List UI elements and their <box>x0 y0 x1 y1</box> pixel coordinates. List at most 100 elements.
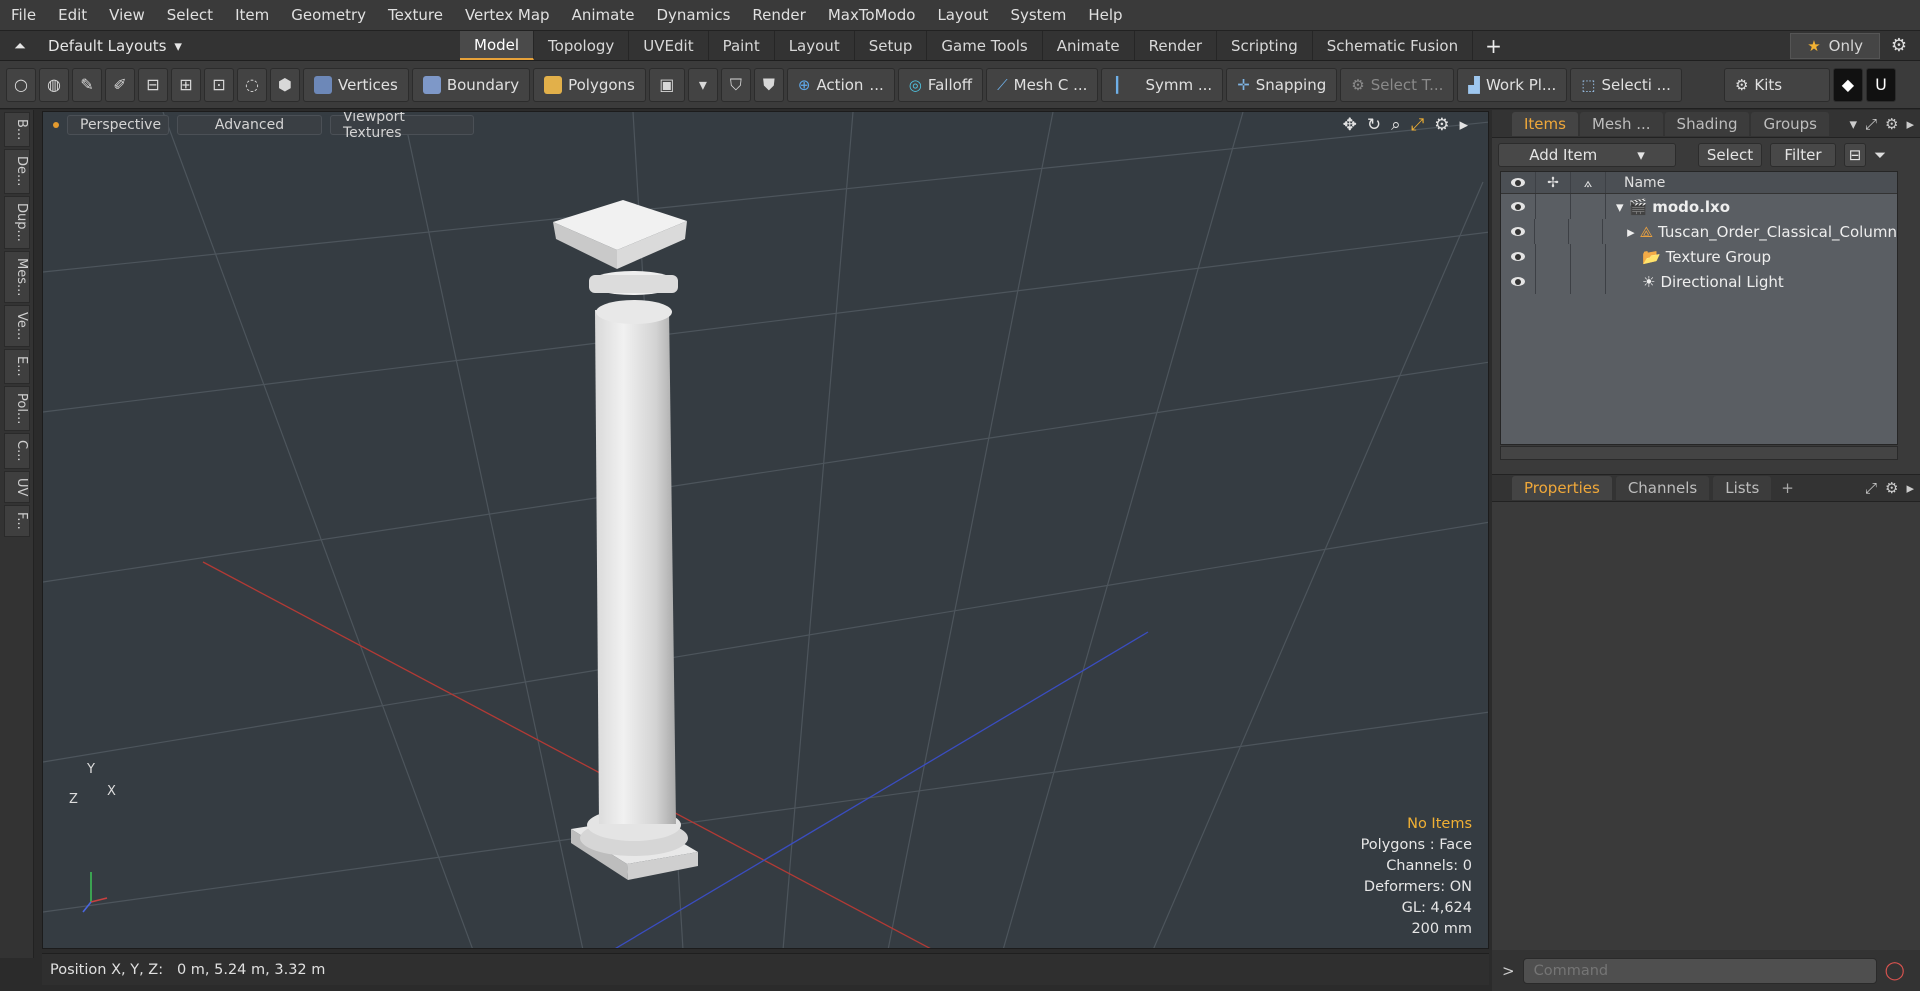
tree-row[interactable]: 📂 Texture Group <box>1501 244 1897 269</box>
left-tab-edge[interactable]: E... <box>4 349 30 384</box>
left-tab-uv[interactable]: UV <box>4 470 30 504</box>
shield-icon[interactable]: ⛉ <box>720 67 751 102</box>
perspective-tab[interactable]: Perspective <box>67 115 169 135</box>
menu-edit[interactable]: Edit <box>47 6 98 24</box>
select-through-button[interactable]: ⚙ Select T... <box>1340 67 1455 102</box>
collapse-list-icon[interactable]: ⊟ <box>1844 143 1866 167</box>
tab-properties[interactable]: Properties <box>1512 476 1612 500</box>
visibility-toggle[interactable] <box>1501 269 1536 294</box>
cube-icon[interactable]: ▣ <box>648 67 685 102</box>
menu-layout[interactable]: Layout <box>926 6 999 24</box>
visibility-column-icon[interactable] <box>1501 172 1536 193</box>
menu-vertex-map[interactable]: Vertex Map <box>454 6 561 24</box>
tab-groups[interactable]: Groups <box>1751 111 1829 136</box>
selection-sets-button[interactable]: ⬚ Selecti ... <box>1570 67 1682 102</box>
snapping-button[interactable]: ✛ Snapping <box>1226 67 1338 102</box>
add-tab-icon[interactable]: + <box>1473 34 1514 58</box>
shield-alt-icon[interactable]: ⛊ <box>753 67 784 102</box>
left-tab-vertex[interactable]: Ve... <box>4 305 30 348</box>
vertices-button[interactable]: Vertices <box>303 67 409 102</box>
tab-paint[interactable]: Paint <box>709 31 775 60</box>
chevron-down-icon[interactable]: ▾ <box>1849 115 1857 133</box>
lock-column-icon[interactable]: ✢ <box>1536 172 1571 193</box>
panel-gear-icon[interactable]: ⚙ <box>1885 479 1898 497</box>
bridge-icon[interactable]: ⊟ <box>138 67 168 102</box>
menu-item[interactable]: Item <box>224 6 280 24</box>
menu-dynamics[interactable]: Dynamics <box>645 6 741 24</box>
work-plane-button[interactable]: ▟ Work Pl... <box>1457 67 1568 102</box>
menu-render[interactable]: Render <box>741 6 816 24</box>
left-tab-deform[interactable]: De... <box>4 149 30 194</box>
tab-uvedit[interactable]: UVEdit <box>629 31 709 60</box>
viewport-gear-icon[interactable]: ⚙ <box>1434 115 1449 135</box>
rotate-icon[interactable]: ◌ <box>237 67 267 102</box>
tab-setup[interactable]: Setup <box>855 31 928 60</box>
tab-lists[interactable]: Lists <box>1713 476 1772 500</box>
tree-row[interactable]: ▸ ⟁ Tuscan_Order_Classical_Column <box>1501 219 1897 244</box>
tab-topology[interactable]: Topology <box>534 31 630 60</box>
frame-icon[interactable]: ⊡ <box>204 67 234 102</box>
circle-select-icon[interactable]: ○ <box>6 67 36 102</box>
action-center-button[interactable]: ⊕ Action ... <box>786 67 895 102</box>
polygons-button[interactable]: Polygons <box>533 67 646 102</box>
expand-arrow-icon[interactable]: ▾ <box>1616 198 1624 216</box>
expand-arrow-icon[interactable]: ▸ <box>1627 223 1635 241</box>
zoom-view-icon[interactable]: ⌕ <box>1391 115 1401 135</box>
left-tab-basic[interactable]: B... <box>4 112 30 148</box>
rotate-view-icon[interactable]: ↻ <box>1367 115 1381 135</box>
menu-file[interactable]: File <box>0 6 47 24</box>
visibility-toggle[interactable] <box>1501 244 1536 269</box>
item-mode-icon[interactable]: ⬢ <box>270 67 300 102</box>
falloff-button[interactable]: ◎ Falloff <box>897 67 984 102</box>
menu-view[interactable]: View <box>98 6 156 24</box>
menu-maxtomodo[interactable]: MaxToModo <box>817 6 927 24</box>
left-tab-curve[interactable]: C... <box>4 433 30 469</box>
symmetry-button[interactable]: ┃ Symm ... <box>1101 67 1224 102</box>
menu-animate[interactable]: Animate <box>561 6 646 24</box>
expand-icon[interactable]: ⤢ <box>1865 115 1877 133</box>
advanced-tab[interactable]: Advanced <box>177 115 322 135</box>
lasso-icon[interactable]: ✐ <box>105 67 135 102</box>
tree-row[interactable]: ▾ 🎬 modo.lxo <box>1501 194 1897 219</box>
add-item-button[interactable]: Add Item ▾ <box>1498 143 1676 167</box>
mesh-constraint-button[interactable]: ⟋ Mesh C ... <box>986 67 1099 102</box>
tab-game-tools[interactable]: Game Tools <box>927 31 1043 60</box>
default-layouts-dropdown[interactable]: ⏶ Default Layouts ▾ <box>0 37 460 55</box>
left-tab-fusion[interactable]: F... <box>4 505 30 537</box>
tree-row[interactable]: ☀ Directional Light <box>1501 269 1897 294</box>
tree-horizontal-scrollbar[interactable] <box>1500 446 1898 460</box>
unity-icon[interactable]: ◆ <box>1832 67 1863 102</box>
type-column-icon[interactable]: ⟑ <box>1571 172 1606 193</box>
tab-schematic-fusion[interactable]: Schematic Fusion <box>1313 31 1474 60</box>
tab-mesh-ops[interactable]: Mesh ... <box>1579 111 1663 136</box>
maximize-icon[interactable]: ⤢ <box>1411 115 1425 135</box>
left-tab-mesh-edit[interactable]: Mes... <box>4 250 30 304</box>
record-icon[interactable]: ◯ <box>1885 960 1905 981</box>
tab-shading[interactable]: Shading <box>1664 111 1750 136</box>
name-column-header[interactable]: Name <box>1606 175 1665 191</box>
menu-help[interactable]: Help <box>1077 6 1133 24</box>
grid-icon[interactable]: ⊞ <box>171 67 201 102</box>
menu-geometry[interactable]: Geometry <box>280 6 377 24</box>
move-view-icon[interactable]: ✥ <box>1343 115 1357 135</box>
left-tab-polygon[interactable]: Pol... <box>4 385 30 432</box>
tab-channels[interactable]: Channels <box>1615 476 1710 500</box>
add-tab-icon[interactable]: + <box>1775 479 1800 497</box>
tab-animate[interactable]: Animate <box>1043 31 1135 60</box>
panel-arrow-icon[interactable]: ▸ <box>1906 115 1914 133</box>
visibility-toggle[interactable] <box>1501 219 1536 244</box>
left-tab-duplicate[interactable]: Dup... <box>4 195 30 249</box>
kits-button[interactable]: ⚙ Kits <box>1723 67 1830 102</box>
command-input[interactable] <box>1522 957 1877 984</box>
viewport-menu-arrow-icon[interactable]: ▸ <box>1459 115 1468 135</box>
menu-texture[interactable]: Texture <box>377 6 454 24</box>
filter-button[interactable]: Filter <box>1770 143 1836 167</box>
tab-items[interactable]: Items <box>1512 111 1578 136</box>
3d-viewport[interactable]: Perspective Advanced Viewport Textures ✥… <box>42 111 1489 949</box>
tab-layout[interactable]: Layout <box>775 31 855 60</box>
expand-icon[interactable]: ⤢ <box>1865 479 1877 497</box>
gear-icon[interactable]: ⚙ <box>1888 35 1910 57</box>
collapse-icon[interactable]: ⏶ <box>14 37 26 55</box>
unreal-icon[interactable]: U <box>1865 67 1896 102</box>
chevron-down-icon[interactable]: ▾ <box>687 67 718 102</box>
